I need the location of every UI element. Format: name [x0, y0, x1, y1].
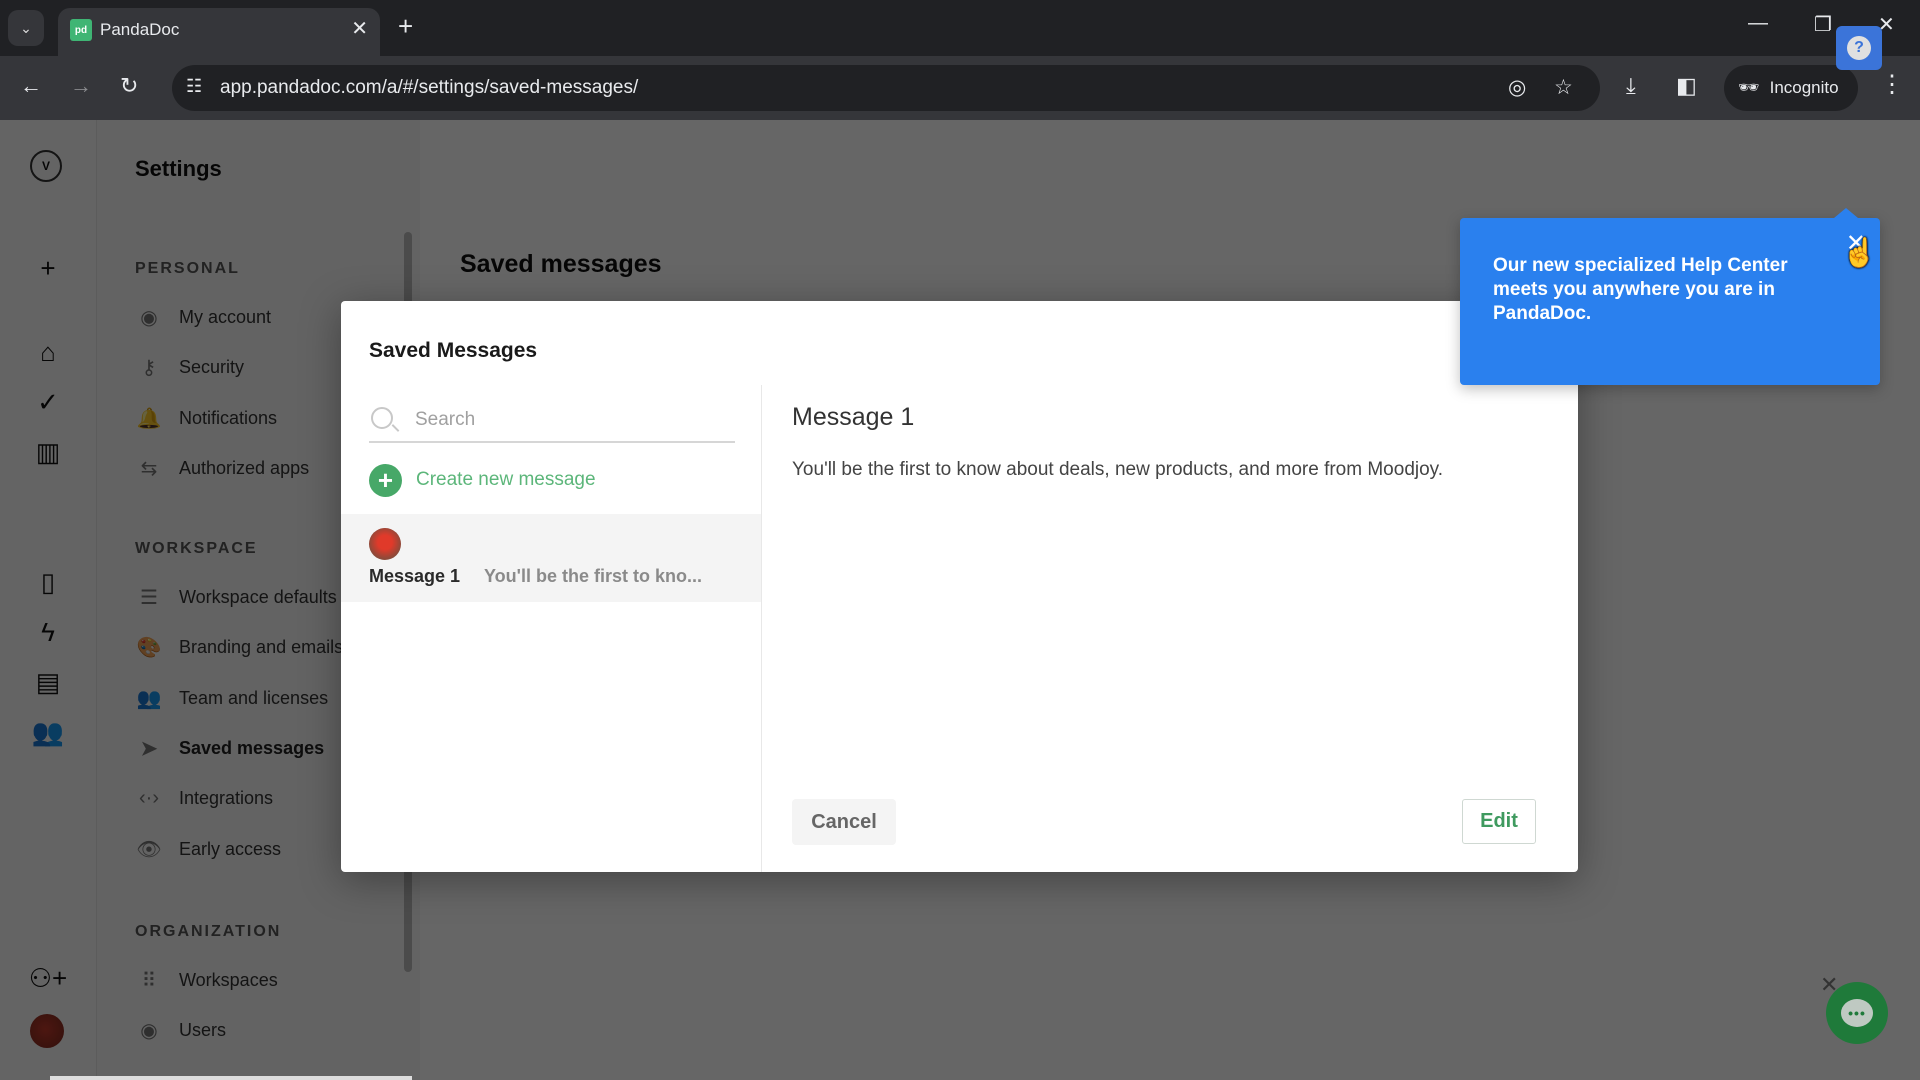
hand-cursor-icon: ☝ — [1842, 237, 1877, 268]
question-icon: ? — [1847, 36, 1871, 60]
edit-button[interactable]: Edit — [1462, 799, 1536, 844]
create-new-message-label: Create new message — [416, 469, 596, 490]
chat-bubble-icon: ••• — [1841, 999, 1873, 1027]
message-avatar — [369, 528, 401, 560]
browser-tab-bar: ⌄ pd PandaDoc ✕ + — ❐ ✕ — [0, 0, 1920, 56]
bottom-progress-bar — [50, 1076, 412, 1080]
tab-list-button[interactable]: ⌄ — [8, 10, 44, 46]
dialog-title: Saved Messages — [369, 339, 538, 362]
site-info-icon[interactable]: ☷ — [186, 76, 202, 97]
eye-off-icon[interactable]: ◎ — [1508, 75, 1526, 100]
download-icon[interactable]: ⤓ — [1626, 73, 1636, 99]
incognito-icon: 🕶 — [1738, 78, 1760, 97]
kebab-menu-icon[interactable]: ⋮ — [1880, 70, 1904, 99]
incognito-label: Incognito — [1769, 78, 1839, 97]
side-panel-icon[interactable]: ◧ — [1676, 73, 1697, 99]
address-bar[interactable]: ☷ app.pandadoc.com/a/#/settings/saved-me… — [172, 65, 1600, 111]
message-detail-body: You'll be the first to know about deals,… — [792, 459, 1444, 480]
restore-icon[interactable]: ❐ — [1814, 12, 1832, 37]
popover-text: Our new specialized Help Center meets yo… — [1493, 255, 1788, 324]
tab-close-icon[interactable]: ✕ — [351, 16, 368, 41]
pandadoc-favicon-icon: pd — [70, 19, 92, 41]
search-field[interactable] — [369, 401, 735, 443]
message-list-item[interactable]: Message 1 You'll be the first to kno... — [341, 514, 761, 602]
tab-title: PandaDoc — [100, 20, 180, 39]
reload-icon[interactable]: ↻ — [120, 73, 138, 99]
plus-circle-icon: + — [369, 463, 402, 497]
search-input[interactable] — [415, 405, 725, 435]
message-preview: You'll be the first to kno... — [484, 566, 702, 586]
back-arrow-icon[interactable]: ← — [20, 73, 42, 99]
forward-arrow-icon[interactable]: → — [70, 73, 92, 99]
star-icon[interactable]: ☆ — [1554, 75, 1573, 100]
browser-toolbar: ← → ↻ ☷ app.pandadoc.com/a/#/settings/sa… — [0, 56, 1920, 120]
search-icon — [371, 407, 393, 429]
message-detail-title: Message 1 — [792, 403, 915, 431]
saved-messages-dialog: Saved Messages + Create new message Mess… — [341, 301, 1578, 872]
help-center-popover: Our new specialized Help Center meets yo… — [1460, 208, 1880, 385]
url-text[interactable]: app.pandadoc.com/a/#/settings/saved-mess… — [220, 77, 638, 99]
chevron-down-icon: ⌄ — [20, 19, 32, 36]
message-name: Message 1 — [369, 566, 461, 586]
message-list-pane: + Create new message Message 1 You'll be… — [341, 385, 762, 872]
incognito-indicator[interactable]: 🕶 Incognito — [1724, 65, 1858, 111]
new-tab-button[interactable]: + — [398, 12, 413, 40]
help-button[interactable]: ? — [1836, 26, 1882, 70]
browser-tab[interactable]: pd PandaDoc ✕ — [58, 8, 380, 56]
minimize-icon[interactable]: — — [1748, 12, 1768, 35]
message-detail-pane: Message 1 You'll be the first to know ab… — [762, 385, 1578, 872]
create-new-message-button[interactable]: + Create new message — [369, 463, 596, 497]
chat-close-icon[interactable]: ✕ — [1820, 972, 1838, 998]
cancel-button[interactable]: Cancel — [792, 799, 896, 845]
